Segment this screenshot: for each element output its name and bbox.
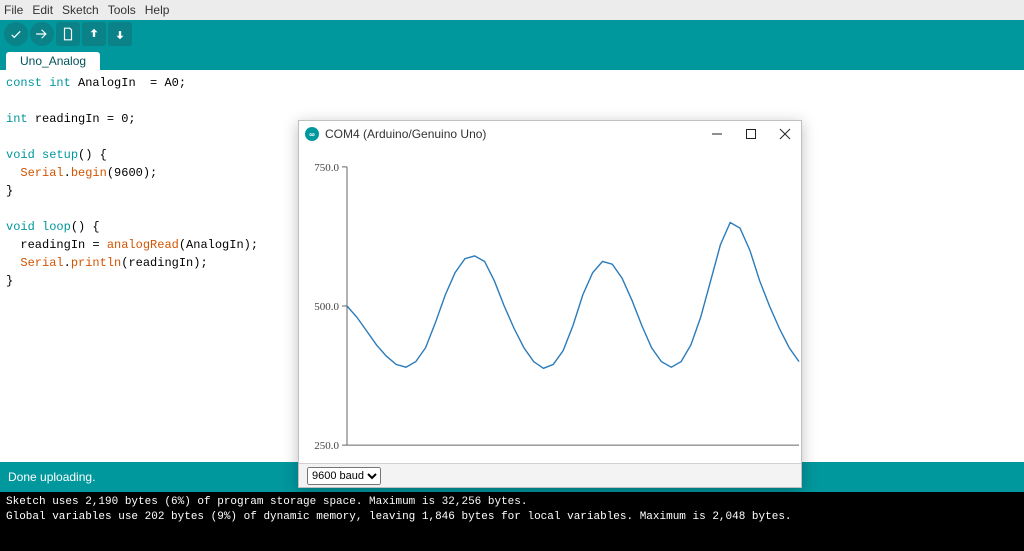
menubar: File Edit Sketch Tools Help	[0, 0, 1024, 20]
save-sketch-button[interactable]	[108, 22, 132, 46]
brace-close2: }	[6, 274, 13, 288]
console[interactable]: Sketch uses 2,190 bytes (6%) of program …	[0, 492, 1024, 551]
brace-close: }	[6, 184, 13, 198]
ytick-bot: 250.0	[314, 440, 339, 452]
menu-file[interactable]: File	[4, 3, 23, 17]
println-arg: (readingIn);	[121, 256, 207, 270]
toolbar	[0, 20, 1024, 48]
ytick-mid: 500.0	[314, 301, 339, 313]
tab-sketch[interactable]: Uno_Analog	[6, 52, 100, 70]
baud-arg: (9600);	[107, 166, 157, 180]
kw-void2: void	[6, 220, 35, 234]
var-reading: readingIn	[35, 112, 100, 126]
ytick-top: 750.0	[314, 162, 339, 174]
assign-reading: readingIn =	[20, 238, 99, 252]
status-text: Done uploading.	[8, 470, 95, 484]
arduino-icon: ∞	[305, 127, 319, 141]
kw-int: int	[49, 76, 71, 90]
verify-button[interactable]	[4, 22, 28, 46]
val-a0: A0;	[164, 76, 186, 90]
baud-select[interactable]: 9600 baud	[307, 467, 381, 485]
menu-edit[interactable]: Edit	[32, 3, 53, 17]
upload-button[interactable]	[30, 22, 54, 46]
open-sketch-button[interactable]	[82, 22, 106, 46]
serial-obj2: Serial	[20, 256, 63, 270]
fn-begin: begin	[71, 166, 107, 180]
op-eq2: =	[107, 112, 114, 126]
menu-help[interactable]: Help	[145, 3, 170, 17]
console-line: Global variables use 202 bytes (9%) of d…	[6, 510, 1018, 525]
new-sketch-button[interactable]	[56, 22, 80, 46]
plotter-titlebar[interactable]: ∞ COM4 (Arduino/Genuino Uno)	[299, 121, 801, 147]
aread-arg: (AnalogIn);	[179, 238, 258, 252]
console-line: Sketch uses 2,190 bytes (6%) of program …	[6, 495, 1018, 510]
kw-const: const	[6, 76, 42, 90]
serial-plotter-window: ∞ COM4 (Arduino/Genuino Uno) 750.0 500.0…	[298, 120, 802, 488]
serial-obj: Serial	[20, 166, 63, 180]
menu-tools[interactable]: Tools	[108, 3, 136, 17]
brace-open2: () {	[71, 220, 100, 234]
plot-area: 750.0 500.0 250.0	[299, 147, 801, 463]
plotter-title: COM4 (Arduino/Genuino Uno)	[325, 127, 486, 141]
fn-loop: loop	[42, 220, 71, 234]
dot2: .	[64, 256, 71, 270]
close-button[interactable]	[775, 124, 795, 144]
val-zero: 0;	[121, 112, 135, 126]
fn-println: println	[71, 256, 121, 270]
var-analogin: AnalogIn	[78, 76, 136, 90]
brace-open: () {	[78, 148, 107, 162]
kw-void: void	[6, 148, 35, 162]
menu-sketch[interactable]: Sketch	[62, 3, 99, 17]
chart-series	[347, 223, 799, 369]
maximize-button[interactable]	[741, 124, 761, 144]
dot: .	[64, 166, 71, 180]
minimize-button[interactable]	[707, 124, 727, 144]
op-eq: =	[150, 76, 157, 90]
plotter-footer: 9600 baud	[299, 463, 801, 487]
fn-setup: setup	[42, 148, 78, 162]
tabbar: Uno_Analog	[0, 48, 1024, 70]
kw-int2: int	[6, 112, 28, 126]
fn-analogread: analogRead	[107, 238, 179, 252]
